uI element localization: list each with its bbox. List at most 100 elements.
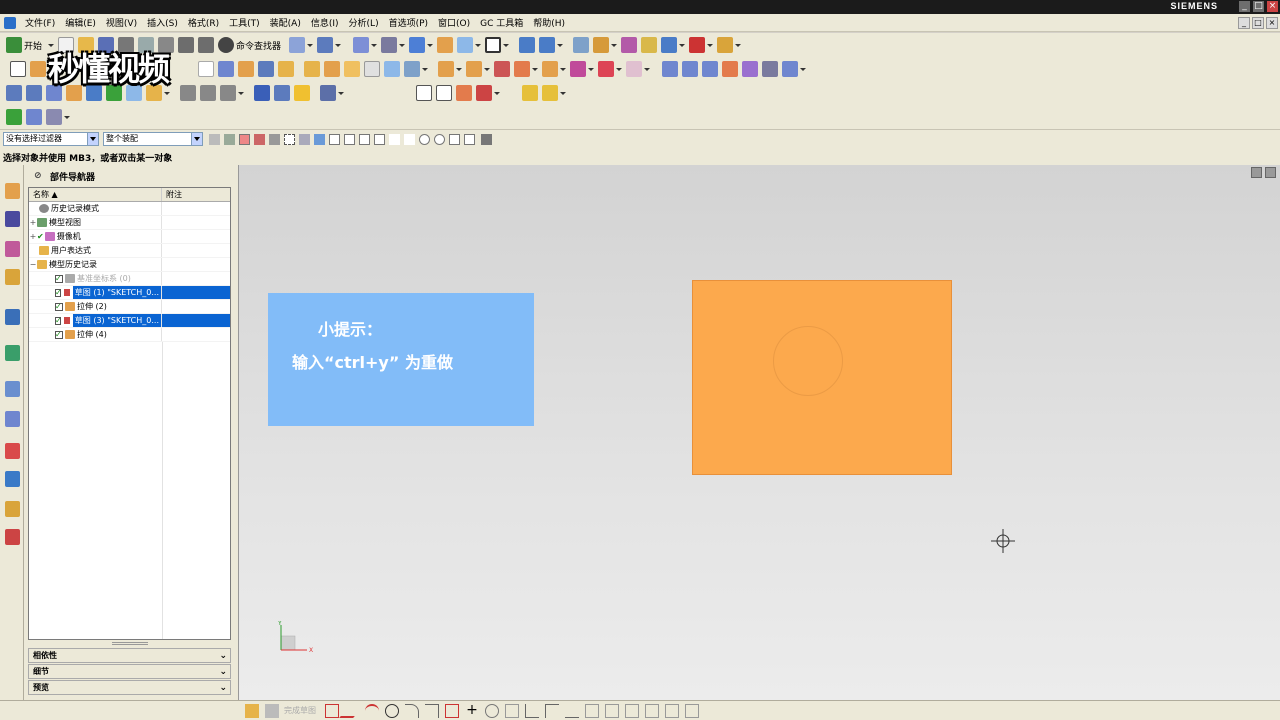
command-finder-button[interactable]: 命令查找器 xyxy=(236,39,281,52)
chevron-down-icon[interactable] xyxy=(484,67,490,71)
extrude-icon[interactable] xyxy=(30,61,46,77)
snap-options-icon[interactable] xyxy=(481,133,492,145)
fit-view-icon[interactable] xyxy=(353,37,370,53)
chevron-down-icon[interactable] xyxy=(191,133,202,145)
chevron-down-icon[interactable] xyxy=(64,115,70,119)
body-filter-icon[interactable] xyxy=(314,133,325,145)
sew-icon[interactable] xyxy=(626,61,642,77)
chevron-down-icon[interactable] xyxy=(588,67,594,71)
draft-icon[interactable] xyxy=(570,61,586,77)
process-studio-icon[interactable] xyxy=(5,443,20,459)
chevron-down-icon[interactable] xyxy=(427,43,434,47)
pocket-icon[interactable] xyxy=(278,61,294,77)
expand-icon[interactable]: + xyxy=(29,230,37,243)
swept-icon[interactable] xyxy=(702,61,718,77)
mdi-restore-icon[interactable]: □ xyxy=(1252,17,1264,29)
redo-icon[interactable] xyxy=(198,37,215,53)
selection-scope-dropdown[interactable]: 整个装配 xyxy=(103,132,203,146)
finish-sketch-icon[interactable] xyxy=(265,703,279,718)
wcs-orient-icon[interactable] xyxy=(539,37,556,53)
pin-icon[interactable]: ⊘ xyxy=(34,171,44,181)
visibility-checkbox[interactable] xyxy=(55,314,62,327)
sketch-circle[interactable] xyxy=(773,326,843,396)
rectangle-icon[interactable] xyxy=(445,703,459,718)
chevron-down-icon[interactable] xyxy=(422,67,428,71)
snap-view-icon[interactable] xyxy=(573,37,590,53)
pattern-icon[interactable] xyxy=(384,61,400,77)
sketch-settings-icon[interactable] xyxy=(245,703,259,718)
menu-tools[interactable]: 工具(T) xyxy=(224,16,265,29)
fillet-icon[interactable] xyxy=(405,703,419,718)
visibility-checkbox[interactable] xyxy=(55,286,62,299)
sketch-plane-icon[interactable] xyxy=(198,61,214,77)
make-corner-icon[interactable] xyxy=(565,704,579,718)
chevron-down-icon[interactable] xyxy=(616,67,622,71)
mirror-icon[interactable] xyxy=(404,61,420,77)
tree-row-sketch-3[interactable]: 草图 (3) "SKETCH_0... xyxy=(29,314,230,328)
block-icon[interactable] xyxy=(304,61,320,77)
datum-plane-icon[interactable] xyxy=(180,85,196,101)
chevron-down-icon[interactable] xyxy=(399,43,406,47)
start-icon[interactable] xyxy=(6,37,22,53)
chamfer-sketch-icon[interactable] xyxy=(425,703,439,718)
chevron-down-icon[interactable] xyxy=(456,67,462,71)
trim-body-icon[interactable] xyxy=(494,61,510,77)
clock-icon[interactable] xyxy=(5,381,20,397)
datum-csys-icon[interactable] xyxy=(220,85,236,101)
visibility-checkbox[interactable] xyxy=(55,272,63,285)
section-dependencies[interactable]: 相依性 ⌄ xyxy=(28,648,231,663)
sphere-icon[interactable] xyxy=(294,85,310,101)
tree-row-sketch-1[interactable]: 草图 (1) "SKETCH_0... xyxy=(29,286,230,300)
measure-icon[interactable] xyxy=(593,37,610,53)
chevron-down-icon[interactable] xyxy=(557,43,564,47)
close-panel-icon[interactable] xyxy=(1265,167,1276,178)
chevron-down-icon[interactable] xyxy=(560,91,566,95)
arc-icon[interactable] xyxy=(365,703,379,718)
graphics-window[interactable]: 小提示： 输入“ctrl+y” 为重做 Y X xyxy=(238,165,1280,700)
quick-extend-icon[interactable] xyxy=(545,703,559,718)
column-header-name[interactable]: 名称 ▲ xyxy=(29,188,162,201)
extruded-body-face[interactable] xyxy=(692,280,952,475)
tree-row-history-mode[interactable]: 历史记录模式 xyxy=(29,202,230,216)
chevron-down-icon[interactable] xyxy=(532,67,538,71)
sketch-icon[interactable] xyxy=(10,61,26,77)
ruled-icon[interactable] xyxy=(742,61,758,77)
through-curves-icon[interactable] xyxy=(682,61,698,77)
thicken-icon[interactable] xyxy=(598,61,614,77)
undo-icon[interactable] xyxy=(178,37,195,53)
profile-icon[interactable] xyxy=(325,703,339,718)
circle-icon[interactable] xyxy=(385,703,399,718)
wcs-icon[interactable] xyxy=(519,37,536,53)
constraint-navigator-icon[interactable] xyxy=(5,211,20,227)
selection-icon[interactable] xyxy=(317,37,334,53)
analysis-icon[interactable] xyxy=(621,37,638,53)
edge-blend-icon[interactable] xyxy=(324,61,340,77)
manufacturing-wizard-icon[interactable] xyxy=(5,471,20,487)
extension-icon[interactable] xyxy=(782,61,798,77)
add-component-icon[interactable] xyxy=(26,85,42,101)
geometric-constraint-icon[interactable] xyxy=(625,703,639,718)
chevron-down-icon[interactable] xyxy=(87,133,98,145)
chevron-down-icon[interactable] xyxy=(800,67,806,71)
section-details[interactable]: 细节 ⌄ xyxy=(28,664,231,679)
snap-intersection-icon[interactable] xyxy=(404,133,415,145)
gd-t-icon[interactable] xyxy=(476,85,492,101)
feature-filter-icon[interactable] xyxy=(224,133,235,145)
chevron-down-icon[interactable] xyxy=(679,43,686,47)
triangle-icon[interactable] xyxy=(416,85,432,101)
snap-endpoint-icon[interactable] xyxy=(344,133,355,145)
close-button[interactable]: × xyxy=(1267,1,1278,12)
menu-format[interactable]: 格式(R) xyxy=(183,16,224,29)
chevron-down-icon[interactable] xyxy=(611,43,618,47)
tree-row-datum-csys[interactable]: 基准坐标系 (0) xyxy=(29,272,230,286)
section-preview[interactable]: 预览 ⌄ xyxy=(28,680,231,695)
finish-sketch-button[interactable]: 完成草图 xyxy=(284,705,316,716)
menu-file[interactable]: 文件(F) xyxy=(20,16,60,29)
assembly-icon[interactable] xyxy=(6,85,22,101)
boss-icon[interactable] xyxy=(258,61,274,77)
chevron-down-icon[interactable] xyxy=(494,91,500,95)
menu-info[interactable]: 信息(I) xyxy=(306,16,344,29)
window-icon[interactable] xyxy=(289,37,306,53)
annotation-icon[interactable] xyxy=(456,85,472,101)
tree-row-model-history[interactable]: − 模型历史记录 xyxy=(29,258,230,272)
